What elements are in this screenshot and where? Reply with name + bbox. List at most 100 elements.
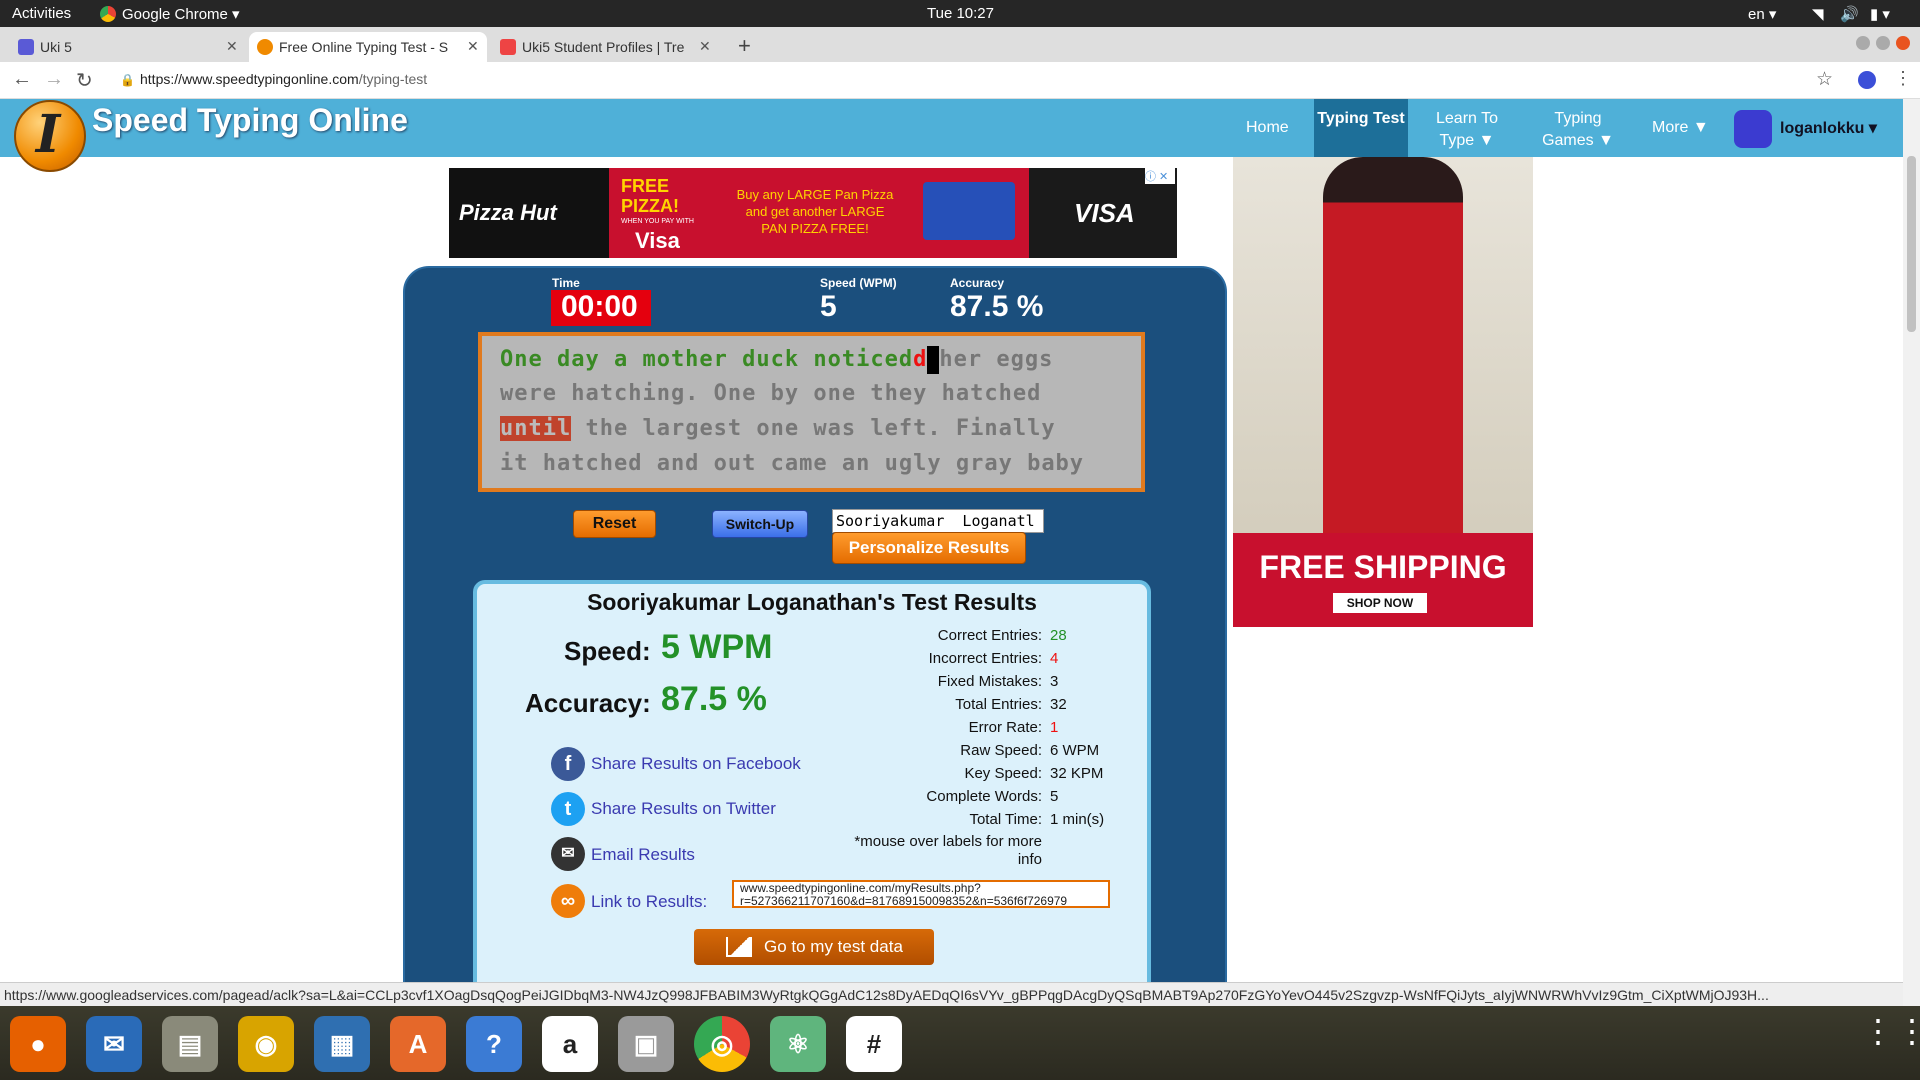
minimize-window-icon[interactable] <box>1856 36 1870 50</box>
wifi-icon[interactable]: ◥ <box>1812 5 1824 23</box>
pizza-hut-ad[interactable]: Pizza Hut FREE PIZZA! WHEN YOU PAY WITH … <box>449 168 1177 258</box>
results-title: Sooriyakumar Loganathan's Test Results <box>587 589 1037 615</box>
app-menu[interactable]: Google Chrome ▾ <box>122 5 240 23</box>
detail-label[interactable]: Raw Speed: <box>742 742 1042 759</box>
model-image <box>1323 157 1463 537</box>
rhythmbox-icon[interactable]: ◉ <box>238 1016 294 1072</box>
ad-subline: WHEN YOU PAY WITH <box>621 218 694 225</box>
lock-icon[interactable]: 🔒 <box>120 73 135 87</box>
switch-up-button[interactable]: Switch-Up <box>712 510 808 538</box>
tab-uki5[interactable]: Uki 5 ✕ <box>10 32 245 62</box>
ad-offer: Buy any LARGE Pan Pizza and get another … <box>736 187 894 236</box>
detail-label[interactable]: Correct Entries: <box>742 627 1042 644</box>
accuracy-label: Accuracy <box>950 276 1005 290</box>
back-icon[interactable]: ← <box>12 68 32 91</box>
saree-ad[interactable]: FREE SHIPPING SHOP NOW <box>1233 157 1533 627</box>
ad-brand: Pizza Hut <box>459 200 557 225</box>
extension-icon[interactable] <box>1858 71 1876 89</box>
show-applications-icon[interactable]: ⋮⋮⋮ <box>1862 1015 1920 1047</box>
site-logo-letter: I <box>35 104 61 165</box>
personalize-results-button[interactable]: Personalize Results <box>832 532 1026 564</box>
ad-headline: FREE PIZZA! <box>621 176 679 216</box>
nav-more[interactable]: More ▼ <box>1652 117 1709 139</box>
detail-label[interactable]: Key Speed: <box>742 765 1042 782</box>
new-tab-button[interactable]: + <box>738 33 751 59</box>
files-icon[interactable]: ▤ <box>162 1016 218 1072</box>
language-indicator[interactable]: en ▾ <box>1748 5 1776 23</box>
clock[interactable]: Tue 10:27 <box>927 5 994 22</box>
detail-value: 32 KPM <box>1050 765 1104 782</box>
detail-label[interactable]: Fixed Mistakes: <box>742 673 1042 690</box>
detail-value: 28 <box>1050 627 1067 644</box>
chrome-app-icon <box>100 6 116 22</box>
maximize-window-icon[interactable] <box>1876 36 1890 50</box>
passage-line-4: it hatched and out came an ugly gray bab… <box>500 451 1085 476</box>
go-to-test-data-button[interactable]: Go to my test data <box>694 929 934 965</box>
ad-pay-brand: Visa <box>635 228 680 253</box>
detail-label[interactable]: Complete Words: <box>742 788 1042 805</box>
passage-line-3: until the largest one was left. Finally <box>500 416 1056 441</box>
forward-icon[interactable]: → <box>44 68 64 91</box>
nav-learn-to-type[interactable]: Learn To Type ▼ <box>1424 108 1510 152</box>
firefox-icon[interactable]: ● <box>10 1016 66 1072</box>
detail-label[interactable]: Total Time: <box>742 811 1042 828</box>
results-link-field[interactable]: www.speedtypingonline.com/myResults.php?… <box>732 880 1110 908</box>
ad-choices-icon[interactable]: ⓘ ✕ <box>1145 168 1175 184</box>
link-to-results-label[interactable]: Link to Results: <box>591 892 707 912</box>
tab-student-profiles[interactable]: Uki5 Student Profiles | Tre ✕ <box>492 32 717 62</box>
thunderbird-icon[interactable]: ✉ <box>86 1016 142 1072</box>
name-input[interactable] <box>832 509 1044 533</box>
link-icon[interactable]: ∞ <box>551 884 585 918</box>
camera-icon[interactable]: ▣ <box>618 1016 674 1072</box>
email-results-link[interactable]: Email Results <box>591 845 695 865</box>
tab-strip: Uki 5 ✕ Free Online Typing Test - S ✕ Uk… <box>0 27 1920 62</box>
detail-label[interactable]: Total Entries: <box>742 696 1042 713</box>
slack-icon[interactable]: # <box>846 1016 902 1072</box>
volume-icon[interactable]: 🔊 <box>1840 5 1859 23</box>
close-tab-icon[interactable]: ✕ <box>467 38 479 55</box>
amazon-icon[interactable]: a <box>542 1016 598 1072</box>
help-icon[interactable]: ? <box>466 1016 522 1072</box>
scrollbar-thumb[interactable] <box>1907 156 1916 332</box>
detail-label[interactable]: Incorrect Entries: <box>742 650 1042 667</box>
bookmark-star-icon[interactable]: ☆ <box>1816 68 1833 91</box>
atom-icon[interactable]: ⚛ <box>770 1016 826 1072</box>
site-title[interactable]: Speed Typing Online <box>92 102 408 139</box>
twitter-icon[interactable]: t <box>551 792 585 826</box>
accuracy-value: 87.5 % <box>950 290 1044 323</box>
browser-toolbar: ← → ↻ 🔒 https://www.speedtypingonline.co… <box>0 62 1920 99</box>
uki-favicon-icon <box>18 39 34 55</box>
close-window-icon[interactable] <box>1896 36 1910 50</box>
user-menu[interactable]: loganlokku ▾ <box>1780 118 1877 140</box>
card-image <box>923 182 1015 240</box>
nav-home[interactable]: Home <box>1246 117 1289 139</box>
shop-now-button[interactable]: SHOP NOW <box>1333 593 1427 613</box>
nav-typing-games[interactable]: Typing Games ▼ <box>1538 108 1618 152</box>
reset-button[interactable]: Reset <box>573 510 656 538</box>
tab-typing-test[interactable]: Free Online Typing Test - S ✕ <box>249 32 487 62</box>
time-value: 00:00 <box>561 290 638 323</box>
activities-button[interactable]: Activities <box>12 5 71 22</box>
trello-favicon-icon <box>500 39 516 55</box>
battery-icon[interactable]: ▮ ▾ <box>1870 5 1890 23</box>
chrome-menu-icon[interactable]: ⋮ <box>1894 68 1912 89</box>
typing-text-area[interactable]: One day a mother duck noticedd her eggs w… <box>478 332 1145 492</box>
facebook-icon[interactable]: f <box>551 747 585 781</box>
close-tab-icon[interactable]: ✕ <box>226 38 238 55</box>
detail-label[interactable]: Error Rate: <box>742 719 1042 736</box>
chart-icon <box>726 937 752 957</box>
chrome-icon[interactable]: ◎ <box>694 1016 750 1072</box>
time-label: Time <box>552 276 580 290</box>
address-bar[interactable]: https://www.speedtypingonline.com/typing… <box>140 71 427 87</box>
reload-icon[interactable]: ↻ <box>76 68 93 93</box>
detail-value: 4 <box>1050 650 1059 667</box>
close-tab-icon[interactable]: ✕ <box>699 38 711 55</box>
software-icon[interactable]: A <box>390 1016 446 1072</box>
ad-right-headline: FREE SHIPPING <box>1259 549 1507 585</box>
passage-line-1: One day a mother duck noticedd her eggs <box>500 346 1054 374</box>
nav-typing-test[interactable]: Typing Test <box>1314 108 1408 130</box>
email-icon[interactable]: ✉ <box>551 837 585 871</box>
writer-icon[interactable]: ▦ <box>314 1016 370 1072</box>
speed-label: Speed (WPM) <box>820 276 897 290</box>
user-avatar[interactable] <box>1734 110 1772 148</box>
